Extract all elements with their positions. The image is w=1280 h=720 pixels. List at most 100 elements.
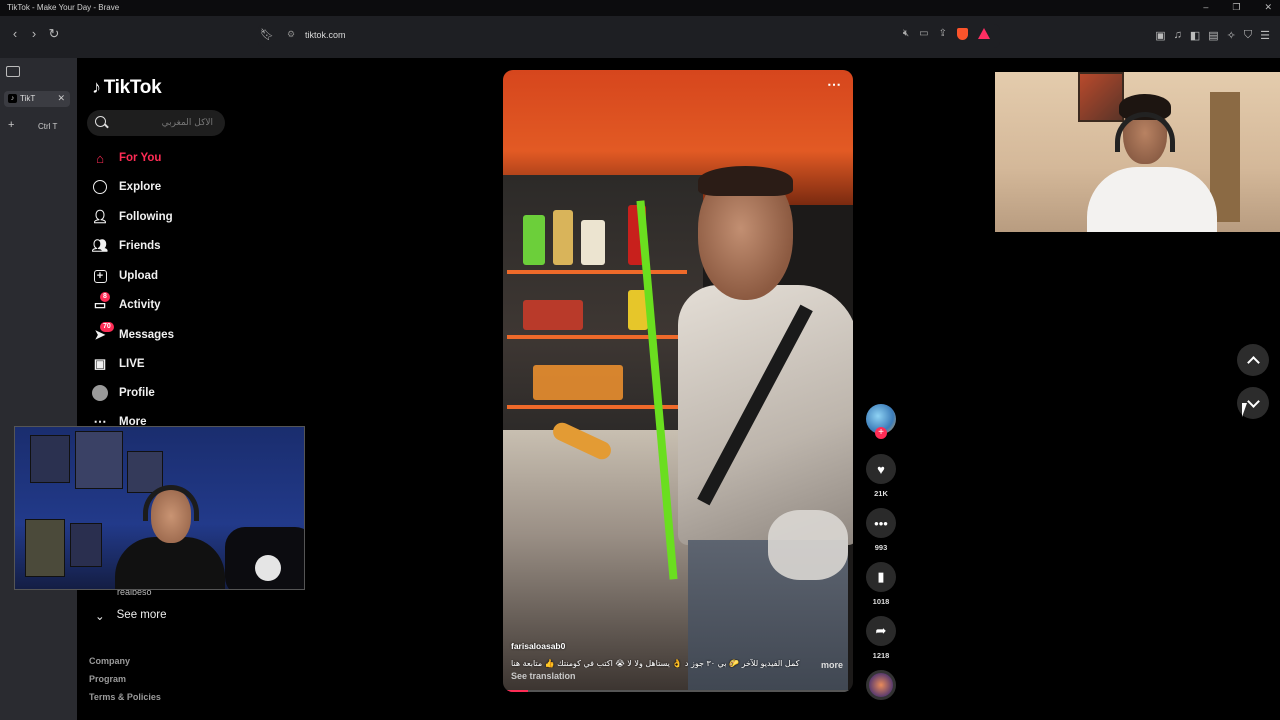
see-translation-button[interactable]: See translation [511, 671, 576, 681]
see-more-label: See more [116, 609, 167, 621]
like-button[interactable]: ♥ [866, 454, 896, 484]
caption-more-button[interactable]: more [821, 660, 843, 670]
logo-text: TikTok [103, 77, 162, 98]
address-tools: 🔇︎ ▭ ⇪ [903, 28, 990, 40]
minimize-button[interactable]: – [1203, 2, 1208, 13]
nav-label: Friends [119, 240, 161, 252]
mute-icon[interactable]: 🔇︎ [903, 28, 909, 40]
chevron-down-icon: ⌄ [95, 611, 105, 623]
browser-toolbar: ‹ › ↻ 🔖︎ ⚙ tiktok.com 🔇︎ ▭ ⇪ ▣ ♫ ◧ ▤ ✧ ⛉… [0, 16, 1280, 58]
share-arrow-icon: ➦ [875, 623, 887, 638]
nav-live[interactable]: ▣ LIVE [91, 353, 241, 375]
bookmark-icon[interactable]: 🔖︎ [260, 28, 274, 41]
tiktok-logo[interactable]: ♪ TikTok [92, 77, 162, 99]
nav-label: LIVE [119, 358, 145, 370]
nav-friends[interactable]: 👥︎ Friends [91, 235, 241, 257]
vpn-icon[interactable]: ⛉ [1244, 29, 1252, 42]
window-title: TikTok - Make Your Day - Brave [7, 3, 120, 12]
nav-upload[interactable]: + Upload [91, 265, 241, 287]
live-icon: ▣ [93, 356, 107, 371]
close-tab-icon[interactable]: ✕ [57, 93, 65, 104]
brave-shields-icon[interactable] [957, 28, 968, 40]
sidebar-toggle-icon[interactable] [6, 66, 20, 77]
footer-program-link[interactable]: Program [89, 670, 161, 688]
tab-manager-icon[interactable]: ▣ [1155, 29, 1165, 42]
following-icon: 👤︎ [91, 209, 109, 224]
previous-video-button[interactable] [1237, 344, 1269, 376]
creator-avatar[interactable]: + [866, 404, 896, 439]
nav-label: For You [119, 152, 162, 164]
nav-label: Upload [119, 270, 158, 282]
comment-count: 993 [874, 543, 888, 552]
sidebar-icon[interactable]: ◧ [1190, 29, 1200, 42]
video-player[interactable]: ⋯ farisaloasab0 كمل الفيديو للآخر 🌮 بي ٣… [503, 70, 853, 692]
save-button[interactable]: ▮ [866, 562, 896, 592]
comment-icon: ••• [874, 515, 888, 531]
upload-icon: + [91, 267, 109, 285]
window-titlebar: TikTok - Make Your Day - Brave – ❐ ✕ [0, 0, 1280, 16]
back-icon[interactable]: ‹ [7, 26, 23, 41]
tab-tiktok[interactable]: ♪ TikT ✕ [4, 91, 70, 107]
wallet-icon[interactable]: ▤ [1208, 29, 1218, 42]
activity-badge: 8 [100, 292, 110, 302]
video-author[interactable]: farisaloasab0 [511, 641, 565, 651]
compass-icon [91, 178, 109, 196]
follow-plus-icon[interactable]: + [875, 427, 887, 439]
nav-following[interactable]: 👤︎ Following [91, 206, 241, 228]
save-count: 1018 [872, 597, 890, 606]
like-count: 21K [874, 489, 888, 498]
nav-messages[interactable]: ➤ 70 Messages [91, 322, 241, 346]
footer-company-link[interactable]: Company [89, 652, 161, 670]
tab-label: TikT [20, 94, 36, 103]
nav-for-you[interactable]: ⌂ For You [91, 147, 241, 169]
reload-icon[interactable]: ↻ [46, 26, 62, 42]
media-icon[interactable]: ♫ [1174, 29, 1182, 42]
new-tab-button[interactable]: + [8, 119, 14, 131]
share-icon[interactable]: ⇪ [939, 28, 947, 40]
music-disc-icon[interactable] [866, 670, 896, 700]
site-info-icon[interactable]: ⚙ [287, 29, 295, 40]
nav-label: Activity [119, 299, 161, 311]
nav-label: Messages [119, 329, 174, 341]
url-text[interactable]: tiktok.com [305, 30, 346, 40]
forward-icon[interactable]: › [26, 26, 42, 41]
see-more-button[interactable]: ⌄ See more [95, 609, 167, 623]
search-input[interactable] [113, 115, 213, 131]
cast-icon[interactable]: ▭ [919, 28, 928, 40]
webcam-overlay-top [995, 72, 1280, 232]
new-tab-shortcut: Ctrl T [38, 122, 58, 131]
video-progress-fill [503, 690, 528, 692]
video-caption: كمل الفيديو للآخر 🌮 بي ٣٠ جوز د 👌 يستاهل… [511, 659, 800, 668]
tiktok-note-icon: ♪ [92, 77, 101, 97]
share-button[interactable]: ➦ [866, 616, 896, 646]
video-options-icon[interactable]: ⋯ [827, 76, 841, 93]
nav-activity[interactable]: ▭ 8 Activity [91, 292, 241, 316]
close-window-button[interactable]: ✕ [1264, 2, 1272, 13]
leo-ai-icon[interactable]: ✧ [1227, 29, 1236, 42]
tiktok-favicon-icon: ♪ [8, 94, 17, 103]
friends-icon: 👥︎ [91, 238, 109, 253]
brave-rewards-icon[interactable] [978, 28, 990, 39]
nav-explore[interactable]: Explore [91, 176, 241, 198]
nav-label: Following [119, 211, 173, 223]
comment-button[interactable]: ••• [866, 508, 896, 538]
share-count: 1218 [872, 651, 890, 660]
bookmark-icon: ▮ [877, 569, 885, 584]
heart-icon: ♥ [877, 461, 885, 477]
nav-label: Explore [119, 181, 162, 193]
video-progress-bar[interactable] [503, 690, 853, 692]
address-bar[interactable]: 🔖︎ ⚙ tiktok.com 🔇︎ ▭ ⇪ [258, 24, 1000, 48]
video-person [678, 166, 853, 692]
tiktok-sidebar: ♪TikTok ⌂ For You Explore 👤︎ Following 👥… [77, 58, 247, 720]
video-actions: + ♥ 21K ••• 993 ▮ 1018 ➦ 1218 [864, 404, 898, 700]
nav-profile[interactable]: Profile [91, 382, 241, 404]
messages-badge: 70 [100, 322, 114, 332]
maximize-button[interactable]: ❐ [1232, 2, 1240, 13]
vertical-tab-strip: ♪ TikT ✕ + Ctrl T [0, 58, 77, 720]
footer-terms-link[interactable]: Terms & Policies [89, 688, 161, 706]
webcam-overlay-bottom [14, 426, 305, 590]
search-bar[interactable] [87, 110, 225, 136]
search-icon [95, 116, 106, 127]
menu-icon[interactable]: ☰ [1260, 29, 1270, 42]
nav-label: Profile [119, 387, 155, 399]
